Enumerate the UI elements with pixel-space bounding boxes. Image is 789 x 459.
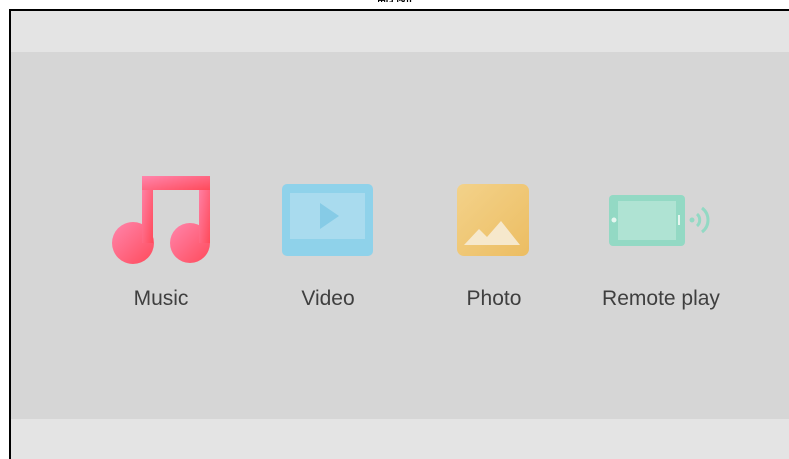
app-window: Music Video Photo Remote play: [9, 9, 789, 459]
menu-band: Music Video Photo Remote play: [11, 52, 789, 419]
video-player-icon: [282, 184, 373, 256]
menu-item-music[interactable]: Music: [86, 171, 236, 331]
music-note-icon: [112, 176, 210, 264]
menu-item-photo[interactable]: Photo: [419, 171, 569, 331]
menu-item-video[interactable]: Video: [253, 171, 403, 331]
menu-item-label: Music: [133, 287, 189, 310]
window-title: 範例: [0, 0, 789, 2]
photo-icon: [457, 184, 529, 256]
menu-item-label: Photo: [466, 287, 522, 310]
remote-play-icon: [609, 195, 710, 246]
menu-item-remote-play[interactable]: Remote play: [586, 171, 736, 331]
menu-item-label: Remote play: [602, 287, 720, 310]
menu-item-label: Video: [301, 287, 355, 310]
